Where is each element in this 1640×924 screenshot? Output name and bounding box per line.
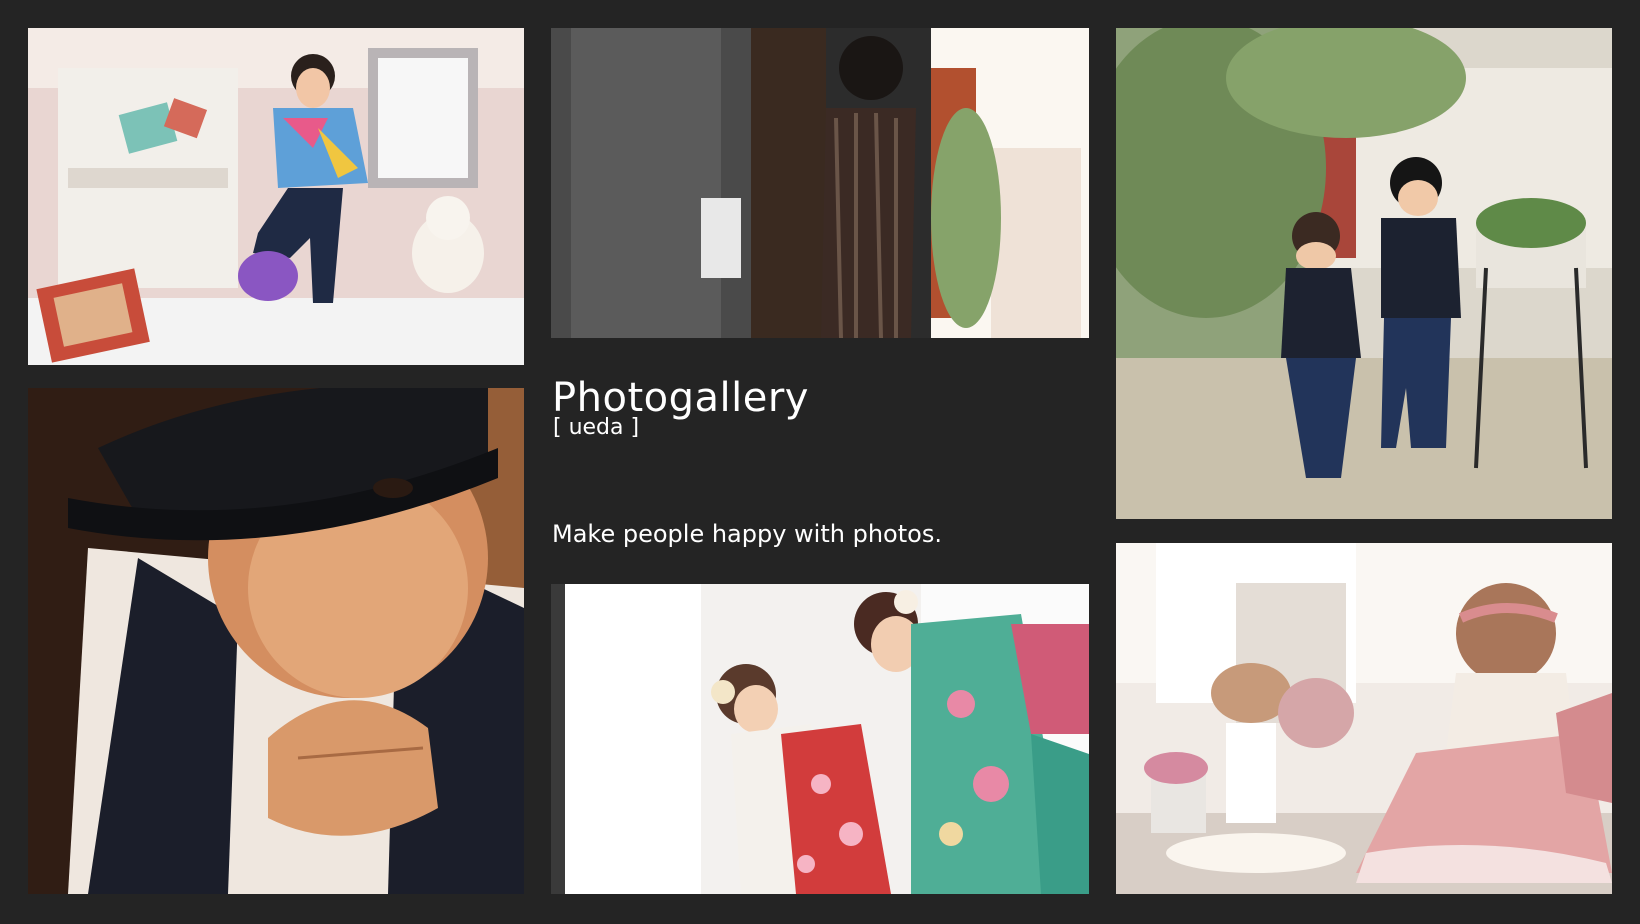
photo-kids-garden-image: [1116, 28, 1612, 519]
photo-baby-dress-image: [1116, 543, 1612, 894]
tagline: Make people happy with photos.: [552, 520, 942, 548]
photo-boy-hat[interactable]: [28, 388, 524, 894]
photo-boy-hat-image: [28, 388, 524, 894]
photo-girl-kicking[interactable]: [28, 28, 524, 365]
photogallery-page: Photogallery [ ueda ] Make people happy …: [0, 0, 1640, 924]
photo-kids-garden[interactable]: [1116, 28, 1612, 519]
page-subtitle: [ ueda ]: [553, 415, 640, 440]
photo-girl-kicking-image: [28, 28, 524, 365]
photo-baby-dress[interactable]: [1116, 543, 1612, 894]
photo-boy-doorway-image: [551, 28, 1089, 338]
photo-boy-doorway[interactable]: [551, 28, 1089, 338]
photo-kimono-image: [551, 584, 1089, 894]
photo-kimono[interactable]: [551, 584, 1089, 894]
